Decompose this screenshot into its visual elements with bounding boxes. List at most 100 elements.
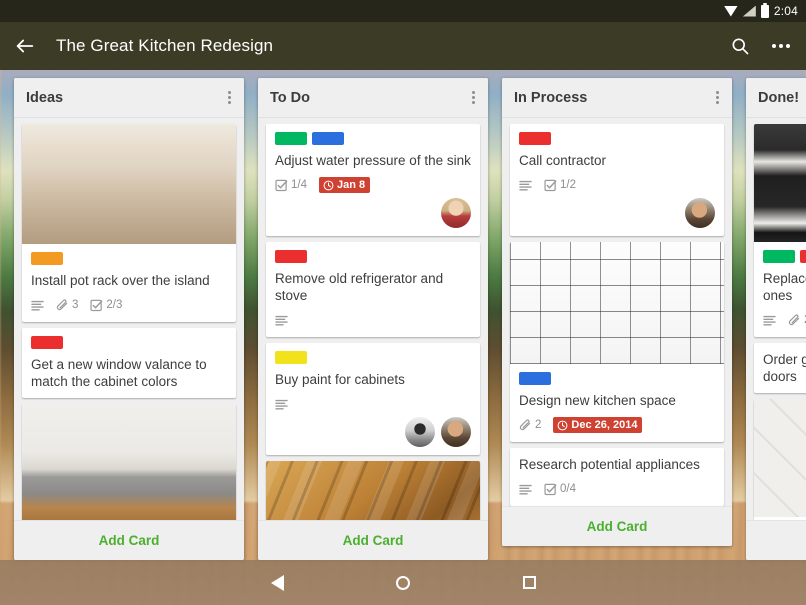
card-labels <box>31 336 227 349</box>
card-label[interactable] <box>275 351 307 364</box>
list-cards[interactable]: Adjust water pressure of the sink 1/4 Jan … <box>258 118 488 520</box>
card-body: Order glass for the cabinet doors <box>754 343 806 393</box>
add-card-label: Add Card <box>586 519 648 534</box>
card-title: Design new kitchen space <box>519 393 676 408</box>
checklist-count: 1/4 <box>291 179 307 191</box>
add-card-button[interactable]: Add Card <box>14 520 244 560</box>
card-body: Research potential appliances 0/4 <box>510 448 724 506</box>
list-header: To Do <box>258 78 488 118</box>
card-label[interactable] <box>31 336 63 349</box>
android-navigation-bar <box>0 560 806 605</box>
attachment-badge: 2 <box>519 418 542 432</box>
add-card-button[interactable]: Add Card <box>258 520 488 560</box>
board-card[interactable]: Remove old refrigerator and stove <box>266 242 480 337</box>
card-labels <box>275 132 471 145</box>
board-list: Ideas Install pot rack over the island 3 2/… <box>14 78 244 560</box>
list-header: Ideas <box>14 78 244 118</box>
battery-icon <box>760 2 769 18</box>
list-menu-icon[interactable] <box>713 87 722 108</box>
card-title: Order glass for the cabinet doors <box>763 352 806 384</box>
card-label[interactable] <box>312 132 344 145</box>
card-label[interactable] <box>31 252 63 265</box>
list-title: In Process <box>514 89 588 106</box>
checklist-count: 0/4 <box>560 483 576 495</box>
avatar[interactable] <box>405 417 435 447</box>
card-badges: 1/2 <box>519 176 715 194</box>
board-card[interactable]: Buy paint for cabinets <box>266 343 480 455</box>
card-label[interactable] <box>800 250 806 263</box>
list-cards[interactable]: Install pot rack over the island 3 2/3 Get … <box>14 118 244 520</box>
search-icon[interactable] <box>730 36 750 56</box>
avatar[interactable] <box>441 417 471 447</box>
card-labels <box>763 250 806 263</box>
board-card[interactable]: Research potential appliances 0/4 <box>510 448 724 506</box>
card-label[interactable] <box>519 372 551 385</box>
card-title: Call contractor <box>519 153 607 168</box>
due-date-text: Jan 8 <box>337 179 366 191</box>
card-title: Adjust water pressure of the sink <box>275 153 471 168</box>
attachment-count: 2 <box>535 419 542 431</box>
card-label[interactable] <box>519 132 551 145</box>
board-card[interactable]: Install pot rack over the island 3 2/3 <box>22 124 236 322</box>
board-lists-container[interactable]: Ideas Install pot rack over the island 3 2/… <box>0 70 806 560</box>
attachment-badge: 3 <box>56 298 79 312</box>
board-card[interactable]: Tile delivered1 <box>754 399 806 520</box>
card-badges: 2 Dec 26, 2014 <box>519 416 715 434</box>
overflow-menu-icon[interactable] <box>770 40 792 52</box>
card-labels <box>275 351 471 364</box>
description-icon <box>763 315 776 326</box>
avatar[interactable] <box>685 198 715 228</box>
back-nav-button[interactable] <box>264 570 290 596</box>
card-cover-image <box>754 399 806 517</box>
board-card[interactable]: Design new kitchen space 2 Dec 26, 2014 <box>510 242 724 442</box>
card-badges: 3 2/3 <box>31 296 227 314</box>
card-members <box>519 198 715 228</box>
checklist-count: 2/3 <box>106 299 123 311</box>
back-arrow-icon[interactable] <box>14 35 36 57</box>
list-menu-icon[interactable] <box>225 87 234 108</box>
board-card[interactable] <box>266 461 480 520</box>
card-badges <box>275 395 471 413</box>
list-cards[interactable]: Call contractor 1/2 Design new kitchen spa… <box>502 118 732 506</box>
add-card-button[interactable]: Add Card <box>502 506 732 546</box>
card-label[interactable] <box>275 250 307 263</box>
page-title: The Great Kitchen Redesign <box>56 36 274 55</box>
list-cards[interactable]: Replace old cabinets with new ones 2 Order… <box>746 118 806 520</box>
board-card[interactable] <box>22 404 236 520</box>
add-card-button[interactable]: Add Card <box>746 520 806 560</box>
card-labels <box>275 250 471 263</box>
card-cover-image <box>22 124 236 244</box>
attachment-count: 3 <box>72 299 79 311</box>
card-members <box>275 417 471 447</box>
card-title: Replace old cabinets with new ones <box>763 271 806 303</box>
attachment-badge: 2 <box>788 313 806 327</box>
description-icon <box>519 180 532 191</box>
card-body: Replace old cabinets with new ones 2 <box>754 242 806 337</box>
card-labels <box>31 252 227 265</box>
board-card[interactable]: Adjust water pressure of the sink 1/4 Jan … <box>266 124 480 236</box>
checklist-badge: 1/2 <box>544 179 576 192</box>
due-date-badge[interactable]: Jan 8 <box>319 177 371 193</box>
card-title: Buy paint for cabinets <box>275 372 405 387</box>
add-card-label: Add Card <box>342 533 404 548</box>
app-bar: The Great Kitchen Redesign <box>0 22 806 70</box>
board-card[interactable]: Order glass for the cabinet doors <box>754 343 806 393</box>
recents-nav-button[interactable] <box>516 570 542 596</box>
card-cover-image <box>22 404 236 520</box>
list-menu-icon[interactable] <box>469 87 478 108</box>
card-badges: 2 <box>763 311 806 329</box>
card-label[interactable] <box>275 132 307 145</box>
board-card[interactable]: Replace old cabinets with new ones 2 <box>754 124 806 337</box>
board-list: Done! Replace old cabinets with new ones 2… <box>746 78 806 560</box>
card-cover-image <box>754 124 806 242</box>
card-label[interactable] <box>763 250 795 263</box>
description-icon <box>275 315 288 326</box>
card-badges: 1/4 Jan 8 <box>275 176 471 194</box>
home-nav-button[interactable] <box>390 570 416 596</box>
card-body: Design new kitchen space 2 Dec 26, 2014 <box>510 364 724 442</box>
avatar[interactable] <box>441 198 471 228</box>
checklist-badge: 2/3 <box>90 299 122 312</box>
board-card[interactable]: Get a new window valance to match the ca… <box>22 328 236 398</box>
due-date-badge[interactable]: Dec 26, 2014 <box>553 417 643 433</box>
board-card[interactable]: Call contractor 1/2 <box>510 124 724 236</box>
